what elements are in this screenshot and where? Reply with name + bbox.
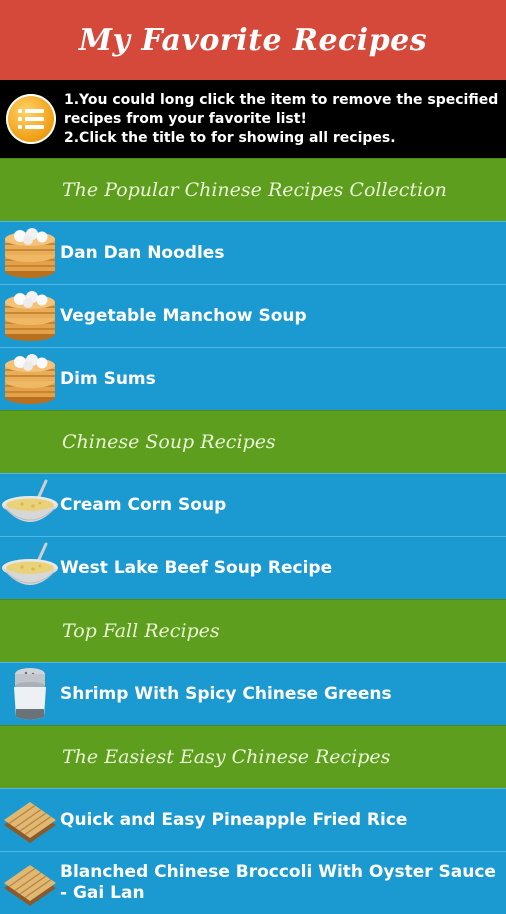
section-title: Top Fall Recipes [62, 620, 220, 642]
recipe-item[interactable]: Vegetable Manchow Soup [0, 284, 506, 347]
recipe-item[interactable]: Dim Sums [0, 347, 506, 410]
steamer-basket-icon [0, 286, 60, 346]
soup-bowl-icon [0, 475, 60, 535]
title-bar[interactable]: My Favorite Recipes [0, 0, 506, 80]
recipe-item[interactable]: Shrimp With Spicy Chinese Greens [0, 662, 506, 725]
app-title[interactable]: My Favorite Recipes [79, 23, 427, 58]
recipe-label: Blanched Chinese Broccoli With Oyster Sa… [60, 862, 496, 903]
section-header[interactable]: Chinese Soup Recipes [0, 410, 506, 473]
soup-bowl-icon [0, 538, 60, 598]
bamboo-mat-icon [0, 790, 60, 850]
bamboo-mat-icon [0, 853, 60, 913]
recipe-item[interactable]: Quick and Easy Pineapple Fried Rice [0, 788, 506, 851]
section-header[interactable]: The Easiest Easy Chinese Recipes [0, 725, 506, 788]
section-title: Chinese Soup Recipes [62, 431, 276, 453]
salt-shaker-icon [0, 664, 60, 724]
recipe-label: West Lake Beef Soup Recipe [60, 557, 333, 578]
info-panel: 1.You could long click the item to remov… [0, 80, 506, 158]
recipe-label: Shrimp With Spicy Chinese Greens [60, 683, 392, 704]
section-header[interactable]: Top Fall Recipes [0, 599, 506, 662]
section-title: The Easiest Easy Chinese Recipes [62, 746, 391, 768]
steamer-basket-icon [0, 223, 60, 283]
recipe-item[interactable]: West Lake Beef Soup Recipe [0, 536, 506, 599]
recipe-list: The Popular Chinese Recipes Collection Da… [0, 158, 506, 914]
section-title: The Popular Chinese Recipes Collection [62, 179, 447, 201]
recipe-label: Vegetable Manchow Soup [60, 305, 307, 326]
recipe-label: Dim Sums [60, 368, 156, 389]
info-text: 1.You could long click the item to remov… [64, 91, 506, 148]
recipe-label: Cream Corn Soup [60, 494, 227, 515]
info-line-1: 1.You could long click the item to remov… [64, 91, 499, 127]
list-icon [6, 94, 56, 144]
recipe-item[interactable]: Cream Corn Soup [0, 473, 506, 536]
recipe-label: Dan Dan Noodles [60, 242, 225, 263]
section-header[interactable]: The Popular Chinese Recipes Collection [0, 158, 506, 221]
steamer-basket-icon [0, 349, 60, 409]
recipe-label: Quick and Easy Pineapple Fried Rice [60, 809, 408, 830]
recipe-item[interactable]: Dan Dan Noodles [0, 221, 506, 284]
info-line-2: 2.Click the title to for showing all rec… [64, 129, 396, 146]
recipe-item[interactable]: Blanched Chinese Broccoli With Oyster Sa… [0, 851, 506, 914]
